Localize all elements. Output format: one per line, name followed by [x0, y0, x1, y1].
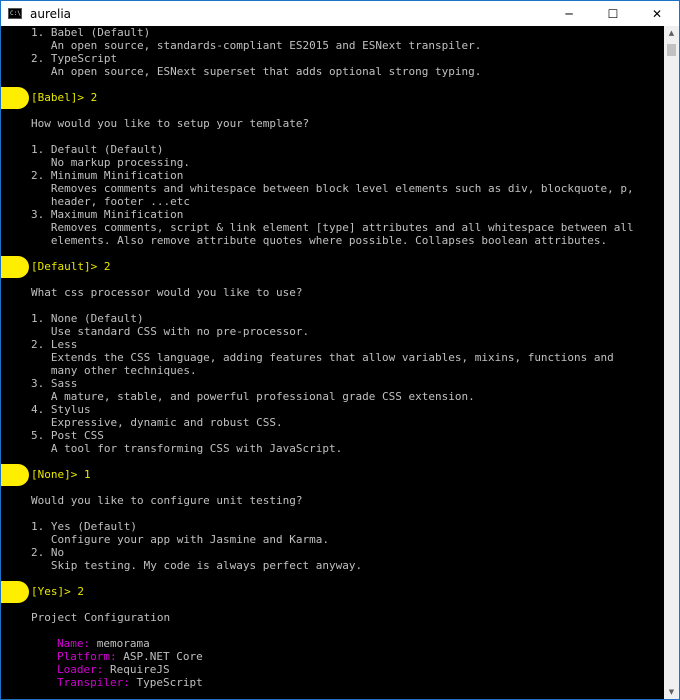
console-line: What css processor would you like to use… [31, 286, 303, 299]
console-line: Use standard CSS with no pre-processor. [31, 325, 310, 338]
config-key: Platform: [57, 650, 117, 663]
console-line: many other techniques. [31, 364, 197, 377]
console-line: 3. Maximum Minification [31, 208, 184, 221]
console-line: Would you like to configure unit testing… [31, 494, 303, 507]
console-line: Extends the CSS language, adding feature… [31, 351, 614, 364]
console-line: Project Configuration [31, 611, 171, 624]
console-line: How would you like to setup your templat… [31, 117, 310, 130]
scroll-down-arrow-icon[interactable]: ▼ [664, 685, 679, 699]
prompt-highlight-marker [1, 256, 29, 278]
console-line: An open source, standards-compliant ES20… [31, 39, 482, 52]
config-key: Loader: [57, 663, 104, 676]
minimize-button[interactable]: ─ [547, 1, 591, 26]
prompt-answer-line: [Default]> 2 [31, 260, 111, 273]
console-line: Expressive, dynamic and robust CSS. [31, 416, 283, 429]
window-title: aurelia [30, 6, 72, 21]
maximize-button[interactable]: ☐ [591, 1, 635, 26]
prompt-answer-line: [Babel]> 2 [31, 91, 98, 104]
prompt-answer-line: [None]> 1 [31, 468, 91, 481]
config-key: Transpiler: [57, 676, 130, 689]
console-line: An open source, ESNext superset that add… [31, 65, 482, 78]
config-value: ASP.NET Core [116, 650, 203, 663]
window-controls: ─ ☐ ✕ [547, 1, 679, 26]
scroll-up-arrow-icon[interactable]: ▲ [664, 26, 679, 40]
console-line: 2. Less [31, 338, 78, 351]
console-line: Configure your app with Jasmine and Karm… [31, 533, 330, 546]
console-line: Removes comments and whitespace between … [31, 182, 634, 195]
console-line: Skip testing. My code is always perfect … [31, 559, 363, 572]
prompt-highlight-marker [1, 87, 29, 109]
console-line: 1. Yes (Default) [31, 520, 137, 533]
config-value: RequireJS [103, 663, 170, 676]
console-line: Removes comments, script & link element … [31, 221, 634, 234]
console-line: 4. Stylus [31, 403, 91, 416]
title-bar[interactable]: C:\ aurelia ─ ☐ ✕ [1, 1, 679, 26]
scroll-thumb[interactable] [667, 44, 676, 56]
console-line: 2. Minimum Minification [31, 169, 184, 182]
config-row: Platform: ASP.NET Core [57, 650, 203, 663]
console-app-icon: C:\ [8, 8, 22, 19]
console-line: A tool for transforming CSS with JavaScr… [31, 442, 343, 455]
prompt-highlight-marker [1, 464, 29, 486]
prompt-answer-line: [Yes]> 2 [31, 585, 84, 598]
close-button[interactable]: ✕ [635, 1, 679, 26]
console-output[interactable]: 1. Babel (Default) An open source, stand… [1, 26, 664, 699]
config-value: memorama [90, 637, 150, 650]
console-window: C:\ aurelia ─ ☐ ✕ 1. Babel (Default) An … [0, 0, 680, 700]
console-line: elements. Also remove attribute quotes w… [31, 234, 608, 247]
console-line: A mature, stable, and powerful professio… [31, 390, 475, 403]
config-value: TypeScript [129, 676, 203, 689]
config-key: Name: [57, 637, 91, 650]
vertical-scrollbar[interactable]: ▲ ▼ [664, 26, 679, 699]
console-line: 1. Babel (Default) [31, 26, 151, 39]
config-row: Loader: RequireJS [57, 663, 170, 676]
console-line: 3. Sass [31, 377, 78, 390]
console-line: 2. No [31, 546, 65, 559]
console-line: 1. None (Default) [31, 312, 144, 325]
console-line: No markup processing. [31, 156, 190, 169]
console-line: 5. Post CSS [31, 429, 104, 442]
config-row: Transpiler: TypeScript [57, 676, 203, 689]
console-line: header, footer ...etc [31, 195, 190, 208]
console-line: 2. TypeScript [31, 52, 118, 65]
prompt-highlight-marker [1, 581, 29, 603]
config-row: Name: memorama [57, 637, 150, 650]
console-line: 1. Default (Default) [31, 143, 164, 156]
